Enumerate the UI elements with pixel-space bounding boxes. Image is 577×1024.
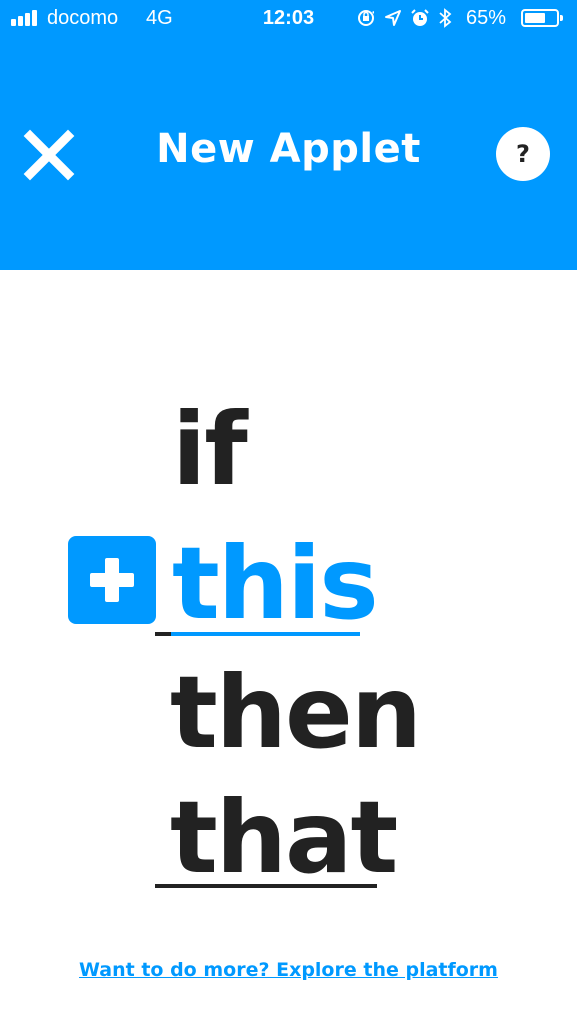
that-text: that xyxy=(170,779,398,896)
alarm-icon xyxy=(411,9,429,26)
nav-bar: New Applet ? xyxy=(0,100,577,200)
battery-percent: 65% xyxy=(466,7,507,29)
add-trigger-button[interactable]: this xyxy=(68,534,379,644)
then-text: then xyxy=(170,654,422,771)
this-underline xyxy=(155,632,360,636)
if-text: if xyxy=(172,391,248,508)
orientation-lock-icon xyxy=(358,10,374,26)
status-icons xyxy=(356,8,452,28)
bluetooth-icon xyxy=(439,8,452,28)
battery-fill xyxy=(525,13,545,23)
that-underline xyxy=(155,884,377,888)
header: docomo 4G 12:03 65% New Applet ? xyxy=(0,0,577,270)
explore-platform-link[interactable]: Want to do more? Explore the platform xyxy=(0,959,577,981)
this-text: this xyxy=(172,525,379,642)
battery-icon xyxy=(521,9,563,27)
page-title: New Applet xyxy=(156,126,421,172)
help-button[interactable]: ? xyxy=(496,127,550,181)
applet-recipe: if this then that xyxy=(0,270,577,1024)
location-icon xyxy=(385,10,401,26)
plus-icon xyxy=(68,536,156,624)
status-bar: docomo 4G 12:03 65% xyxy=(0,0,577,40)
